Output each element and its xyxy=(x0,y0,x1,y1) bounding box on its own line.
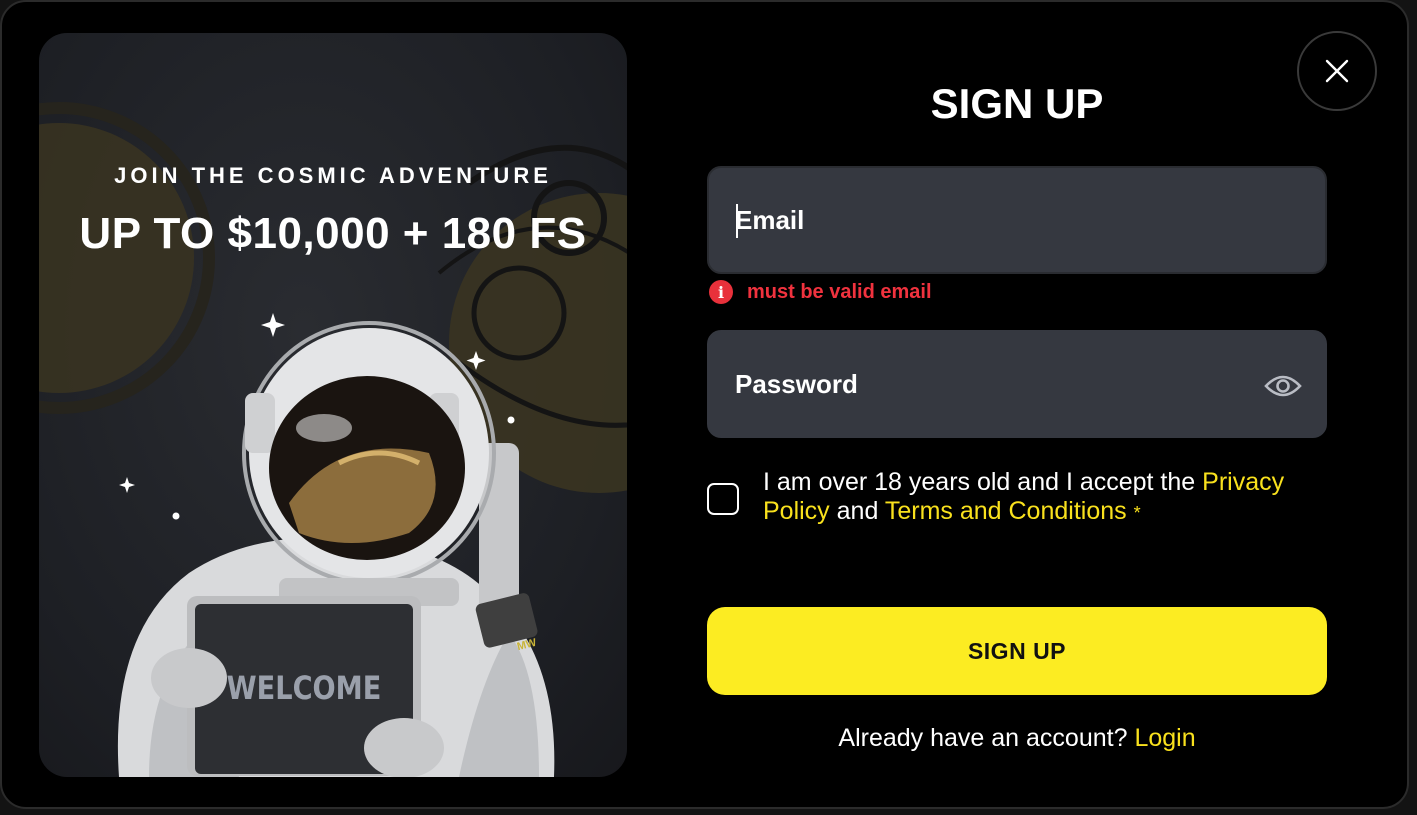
email-input[interactable] xyxy=(735,168,1275,272)
password-visibility-toggle[interactable] xyxy=(1263,366,1303,406)
login-link[interactable]: Login xyxy=(1134,724,1195,752)
promo-panel: JOIN THE COSMIC ADVENTURE UP TO $10,000 … xyxy=(39,33,627,777)
password-field-container xyxy=(707,330,1327,438)
promo-kicker: JOIN THE COSMIC ADVENTURE xyxy=(114,163,552,188)
login-prompt-row: Already have an account? Login xyxy=(707,724,1327,753)
terms-link[interactable]: Terms and Conditions xyxy=(885,497,1127,525)
close-icon xyxy=(1325,59,1349,83)
signup-modal: JOIN THE COSMIC ADVENTURE UP TO $10,000 … xyxy=(0,0,1409,809)
required-mark: * xyxy=(1133,503,1141,523)
consent-prefix: I am over 18 years old and I accept the xyxy=(763,468,1203,496)
email-error-text: must be valid email xyxy=(747,280,932,303)
consent-text: I am over 18 years old and I accept the … xyxy=(763,468,1329,528)
eye-icon xyxy=(1264,375,1302,397)
welcome-sign-text: WELCOME xyxy=(226,669,382,707)
info-icon: i xyxy=(709,280,733,304)
signup-button[interactable]: SIGN UP xyxy=(707,607,1327,695)
login-prompt: Already have an account? xyxy=(838,724,1135,752)
age-terms-checkbox[interactable] xyxy=(707,483,739,515)
password-input[interactable] xyxy=(735,332,1275,436)
text-caret xyxy=(736,204,738,238)
consent-row: I am over 18 years old and I accept the … xyxy=(707,468,1327,532)
email-error: i must be valid email xyxy=(709,279,932,305)
email-field-container xyxy=(707,166,1327,274)
form-title: SIGN UP xyxy=(930,80,1104,127)
astronaut-illustration xyxy=(39,102,627,777)
promo-headline: UP TO $10,000 + 180 FS xyxy=(79,209,587,258)
consent-middle: and xyxy=(829,497,885,525)
